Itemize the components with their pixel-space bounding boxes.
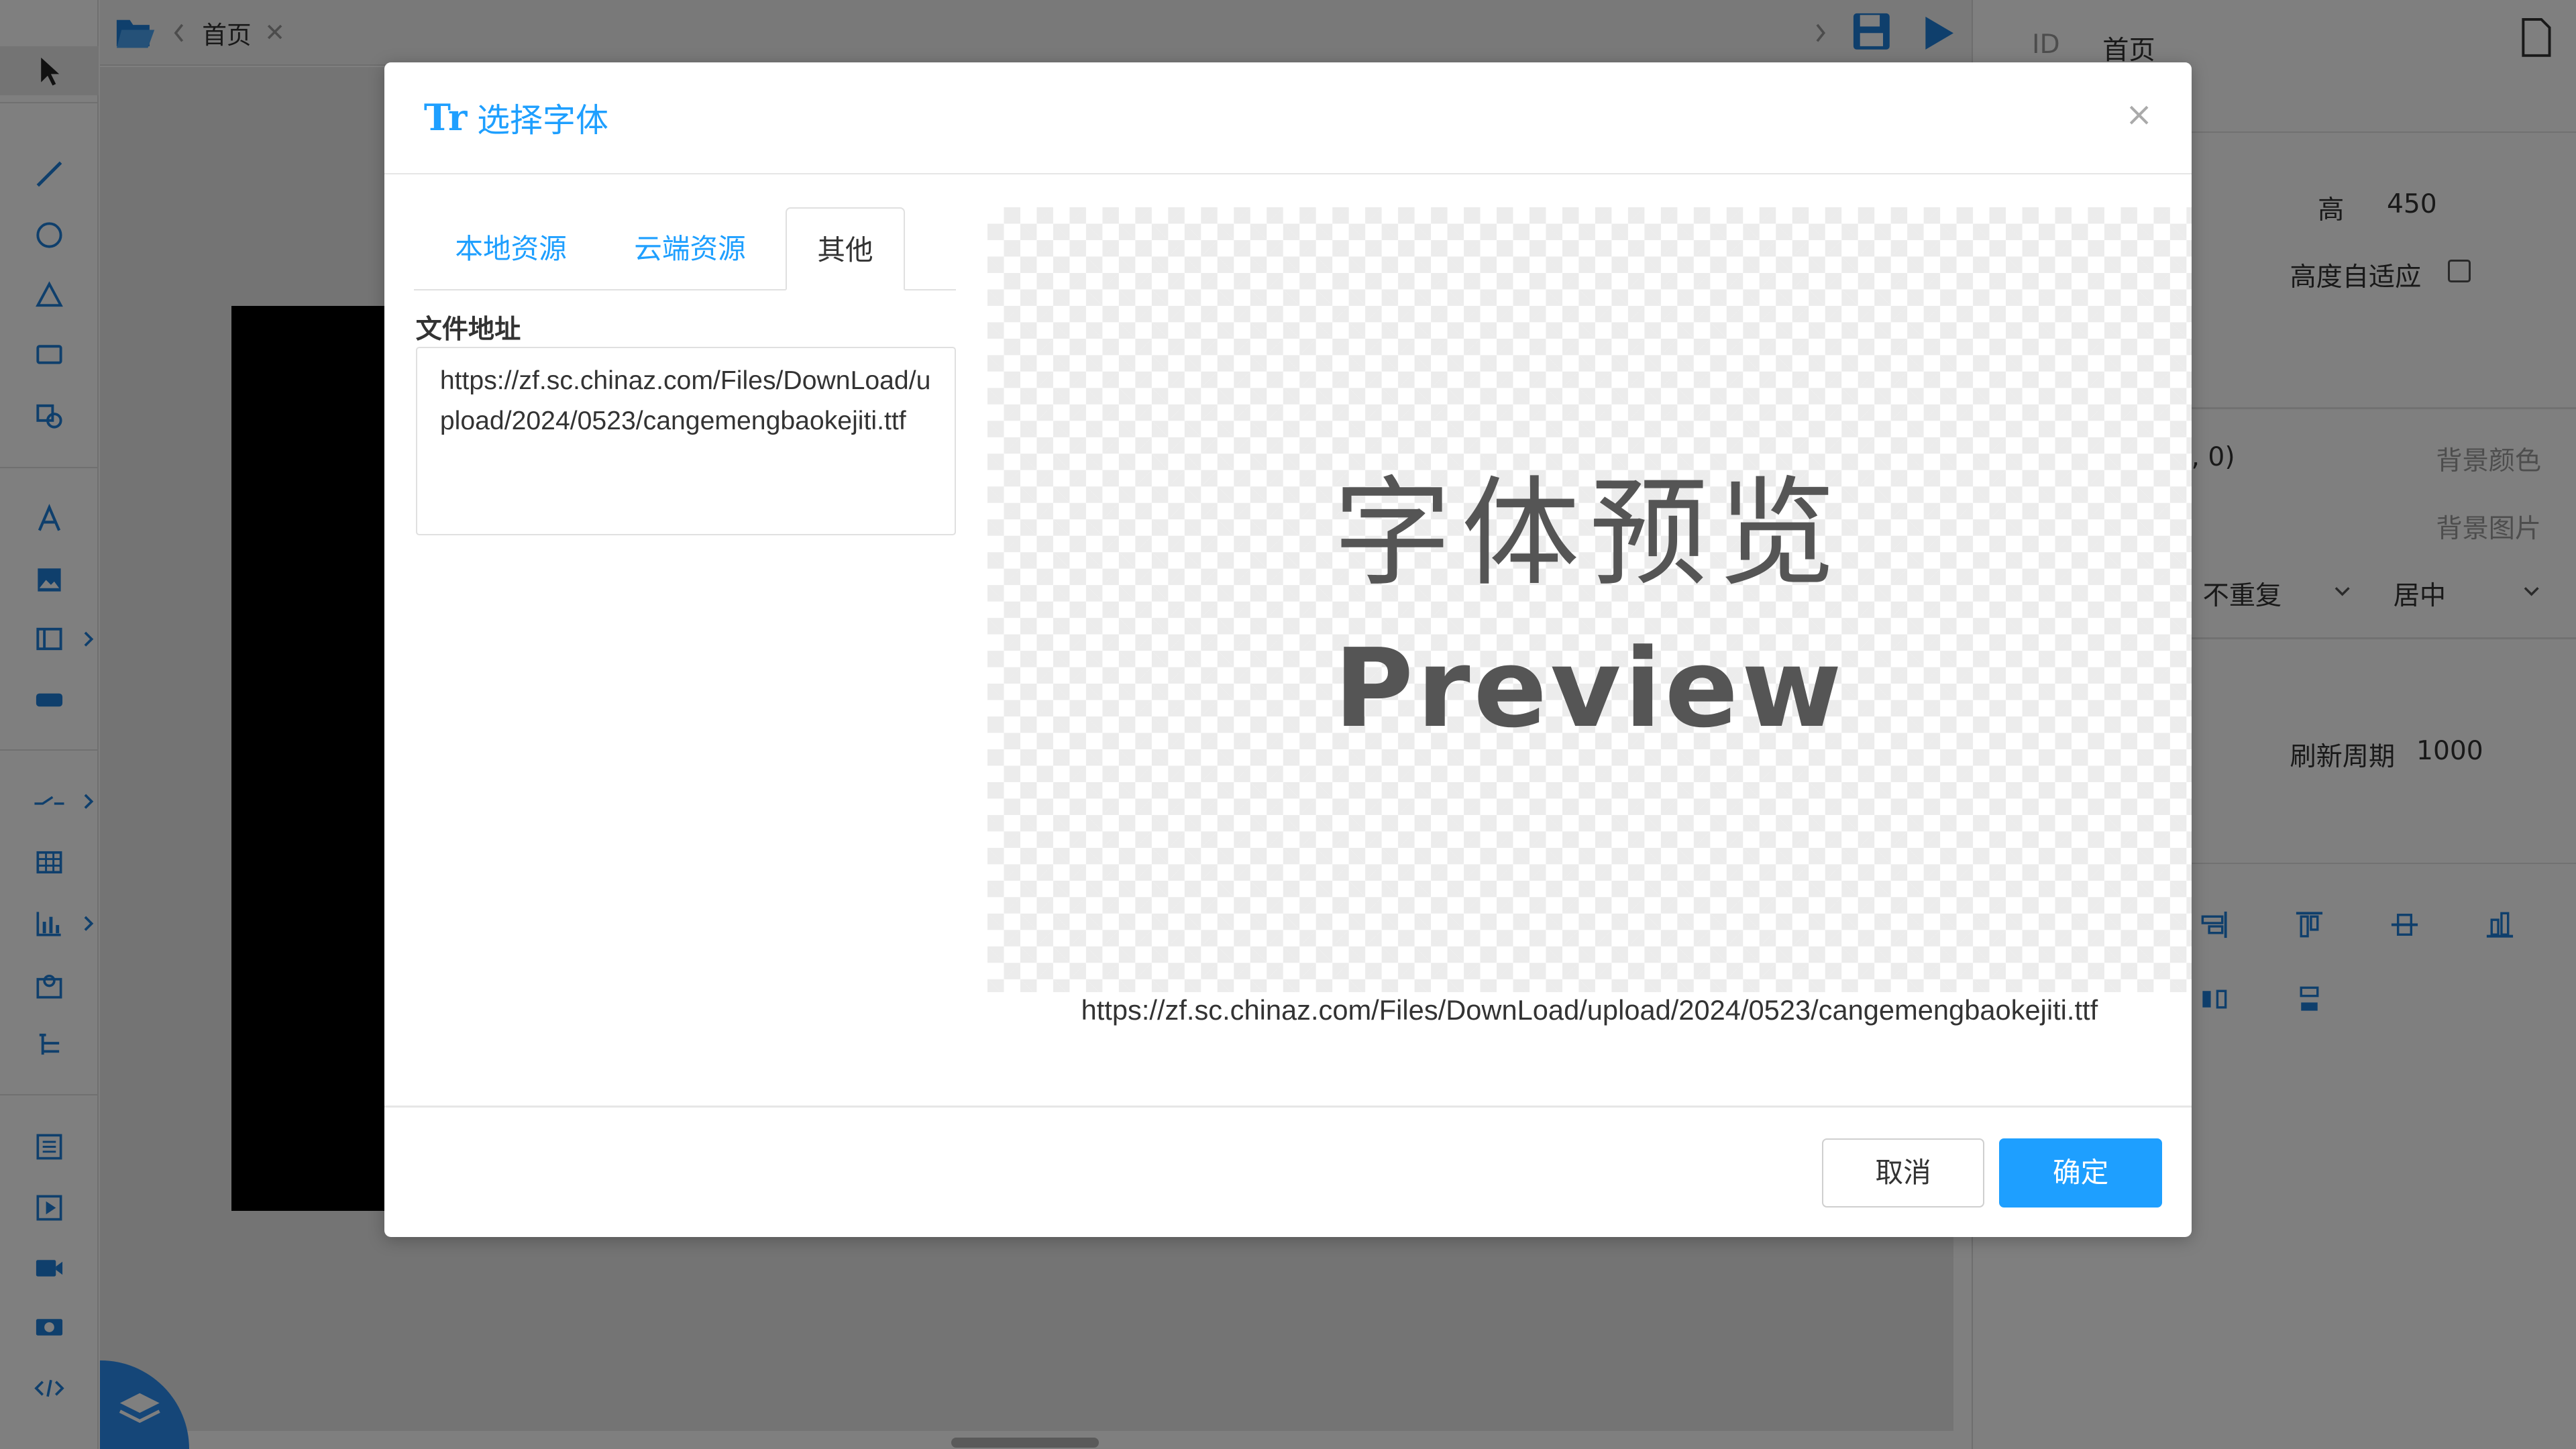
cancel-button[interactable]: 取消	[1821, 1138, 1985, 1208]
source-tabs: 本地资源 云端资源 其他	[414, 207, 957, 291]
tab-local[interactable]: 本地资源	[414, 207, 608, 291]
file-url-input[interactable]: https://zf.sc.chinaz.com/Files/DownLoad/…	[415, 346, 957, 536]
dialog-title: 选择字体	[477, 101, 608, 140]
dialog-footer-divider	[384, 1106, 2192, 1108]
preview-url: https://zf.sc.chinaz.com/Files/DownLoad/…	[1081, 994, 2098, 1026]
select-font-dialog: Tr 选择字体 × 本地资源 云端资源 其他 文件地址 https://zf.s…	[384, 62, 2192, 1238]
app-root: 首页 ✕ ID 首页 高 450 高度自适应 , 0) 背景颜色 背景图片 不重…	[0, 0, 2576, 1449]
font-icon: Tr	[423, 96, 468, 140]
file-url-label: 文件地址	[415, 315, 521, 345]
tab-cloud[interactable]: 云端资源	[598, 207, 782, 291]
font-preview: 字体预览 Preview	[987, 207, 2192, 993]
tab-other[interactable]: 其他	[785, 207, 906, 291]
dialog-header: Tr 选择字体 ×	[384, 62, 2192, 174]
confirm-button[interactable]: 确定	[1999, 1138, 2162, 1208]
preview-text-cn: 字体预览	[1333, 464, 1846, 603]
preview-text-en: Preview	[1334, 626, 1845, 753]
close-icon[interactable]: ×	[2119, 95, 2159, 135]
